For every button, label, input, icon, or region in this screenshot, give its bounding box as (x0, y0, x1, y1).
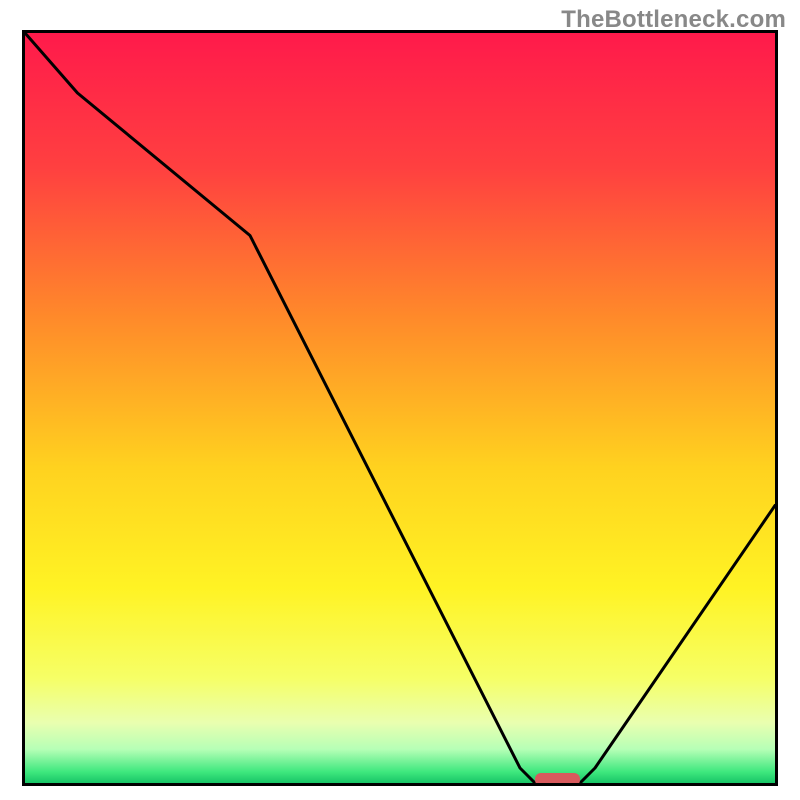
plot-frame (22, 30, 778, 786)
plot-area (25, 33, 775, 783)
chart-container: TheBottleneck.com (0, 0, 800, 800)
background-gradient (25, 33, 775, 783)
